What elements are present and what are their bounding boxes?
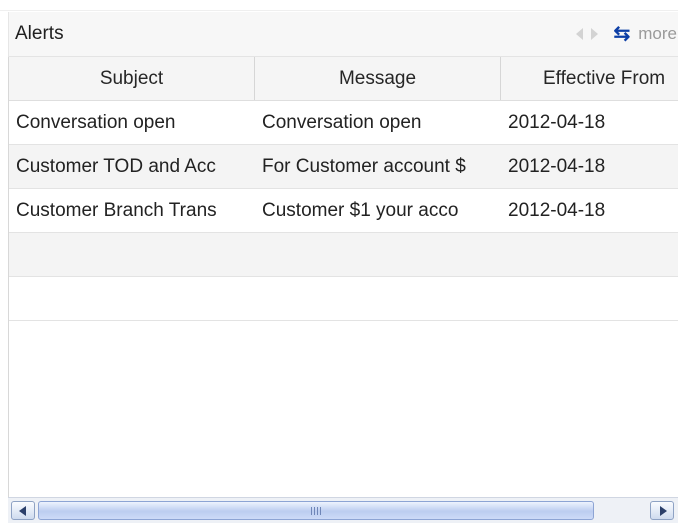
table-row[interactable]: Customer TOD and Acc For Customer accoun… [9,145,678,189]
empty-row [9,277,678,321]
scroll-left-button[interactable] [11,501,35,520]
column-header-effective-from[interactable]: Effective From [501,57,678,100]
next-arrow-icon[interactable] [591,28,598,40]
cell-effective-from: 2012-04-18 [501,101,678,144]
prev-arrow-icon[interactable] [576,28,583,40]
empty-row [9,233,678,277]
more-link[interactable]: more [638,24,678,44]
alerts-panel: Alerts ⇆ more Subject Message Effective … [8,12,678,512]
grip-icon [311,507,321,515]
column-header-subject[interactable]: Subject [9,57,255,100]
grid-header: Subject Message Effective From [9,57,678,101]
panel-title: Alerts [15,23,64,45]
scroll-thumb[interactable] [38,501,594,520]
refresh-icon[interactable]: ⇆ [614,24,631,44]
alerts-grid: Subject Message Effective From Conversat… [8,57,678,497]
chevron-right-icon [660,506,667,516]
chevron-left-icon [19,506,26,516]
panel-header: Alerts ⇆ more [8,12,678,57]
cell-message: For Customer account $ [255,145,500,188]
table-row[interactable]: Conversation open Conversation open 2012… [9,101,678,145]
cell-message: Customer $1 your acco [255,189,500,232]
top-strip [0,0,678,11]
panel-tools: ⇆ more [576,23,678,45]
cell-effective-from: 2012-04-18 [501,145,678,188]
cell-subject: Customer Branch Trans [9,189,254,232]
horizontal-scrollbar[interactable] [8,497,678,523]
column-header-message[interactable]: Message [255,57,501,100]
scroll-right-button[interactable] [650,501,674,520]
cell-effective-from: 2012-04-18 [501,189,678,232]
table-row[interactable]: Customer Branch Trans Customer $1 your a… [9,189,678,233]
cell-subject: Customer TOD and Acc [9,145,254,188]
cell-subject: Conversation open [9,101,254,144]
cell-message: Conversation open [255,101,500,144]
